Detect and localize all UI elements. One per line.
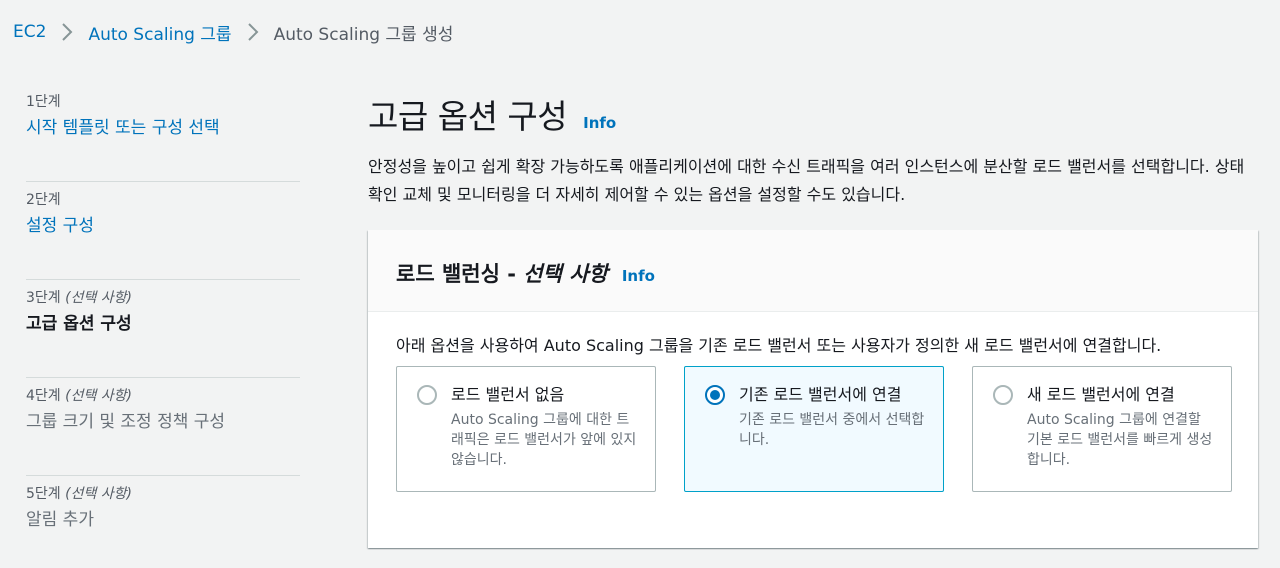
page-info-link[interactable]: Info <box>583 114 616 132</box>
page-description: 안정성을 높이고 쉽게 확장 가능하도록 애플리케이션에 대한 수신 트래픽을 … <box>368 157 1245 204</box>
step-number: 2단계 <box>26 192 61 208</box>
option-no-load-balancer-tile[interactable]: 로드 밸런서 없음 Auto Scaling 그룹에 대한 트래픽은 로드 밸런… <box>396 366 656 492</box>
step-number: 4단계 <box>26 388 61 404</box>
breadcrumb-auto-scaling-groups-link[interactable]: Auto Scaling 그룹 <box>88 20 231 45</box>
option-description: Auto Scaling 그룹에 대한 트래픽은 로드 밸런서가 앞에 있지 않… <box>451 412 637 468</box>
option-description: 기존 로드 밸런서 중에서 선택합니다. <box>739 412 925 448</box>
radio-button[interactable] <box>993 385 1013 405</box>
step-title-link[interactable]: 설정 구성 <box>26 215 300 237</box>
option-label: 로드 밸런서 없음 <box>451 385 565 404</box>
wizard-step-2: 2단계 설정 구성 <box>26 182 300 280</box>
load-balancing-header: 로드 밸런싱 - 선택 사항 Info <box>368 230 1258 312</box>
load-balancing-description: 아래 옵션을 사용하여 Auto Scaling 그룹을 기존 로드 밸런서 또… <box>396 336 1162 355</box>
step-title-disabled: 알림 추가 <box>26 510 94 530</box>
load-balancing-optional: 선택 사항 <box>523 262 608 286</box>
load-balancing-title: 로드 밸런싱 - 선택 사항 <box>396 262 608 286</box>
step-number: 3단계 <box>26 290 61 306</box>
step-number: 5단계 <box>26 486 61 502</box>
step-title-current: 고급 옵션 구성 <box>26 314 132 334</box>
radio-button-selected[interactable] <box>705 385 725 405</box>
step-number: 1단계 <box>26 94 61 110</box>
option-label: 새 로드 밸런서에 연결 <box>1027 385 1175 404</box>
radio-button[interactable] <box>417 385 437 405</box>
chevron-right-icon <box>232 23 274 41</box>
load-balancing-panel: 로드 밸런싱 - 선택 사항 Info 아래 옵션을 사용하여 Auto Sca… <box>368 230 1258 548</box>
page-header: 고급 옵션 구성 Info <box>368 90 616 138</box>
step-title-link[interactable]: 시작 템플릿 또는 구성 선택 <box>26 117 300 139</box>
step-title-disabled: 그룹 크기 및 조정 정책 구성 <box>26 412 226 432</box>
option-label: 기존 로드 밸런서에 연결 <box>739 385 902 404</box>
breadcrumb-ec2-link[interactable]: EC2 <box>13 22 46 42</box>
breadcrumb-current: Auto Scaling 그룹 생성 <box>273 24 454 45</box>
wizard-step-3: 3단계 (선택 사항) 고급 옵션 구성 <box>26 280 300 378</box>
load-balancing-info-link[interactable]: Info <box>622 267 655 285</box>
option-existing-load-balancer-tile[interactable]: 기존 로드 밸런서에 연결 기존 로드 밸런서 중에서 선택합니다. <box>684 366 944 492</box>
step-optional-label: (선택 사항) <box>65 486 133 502</box>
breadcrumb: EC2 Auto Scaling 그룹 Auto Scaling 그룹 생성 <box>13 20 454 45</box>
load-balancer-options: 로드 밸런서 없음 Auto Scaling 그룹에 대한 트래픽은 로드 밸런… <box>396 366 1232 492</box>
wizard-steps-nav: 1단계 시작 템플릿 또는 구성 선택 2단계 설정 구성 3단계 (선택 사항… <box>26 84 300 568</box>
option-new-load-balancer-tile[interactable]: 새 로드 밸런서에 연결 Auto Scaling 그룹에 연결할 기본 로드 … <box>972 366 1232 492</box>
chevron-right-icon <box>46 23 88 41</box>
step-optional-label: (선택 사항) <box>65 388 133 404</box>
wizard-step-4: 4단계 (선택 사항) 그룹 크기 및 조정 정책 구성 <box>26 378 300 476</box>
page-title: 고급 옵션 구성 <box>368 97 568 136</box>
wizard-step-1: 1단계 시작 템플릿 또는 구성 선택 <box>26 84 300 182</box>
wizard-step-5: 5단계 (선택 사항) 알림 추가 <box>26 476 300 568</box>
step-optional-label: (선택 사항) <box>65 290 133 306</box>
option-description: Auto Scaling 그룹에 연결할 기본 로드 밸런서를 빠르게 생성합니… <box>1027 412 1213 468</box>
